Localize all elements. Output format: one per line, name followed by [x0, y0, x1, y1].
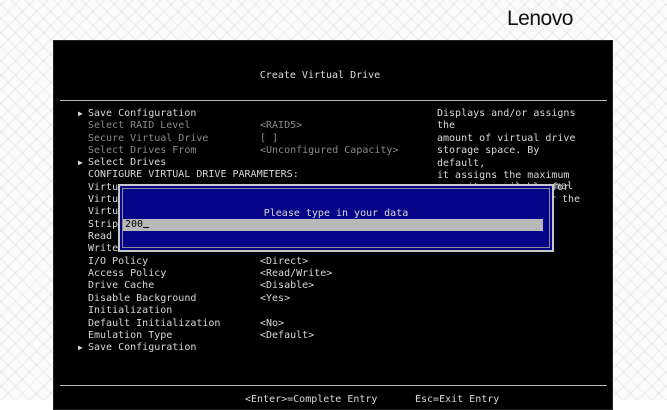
- menu-item-emulation-type[interactable]: Emulation Type: [88, 330, 172, 342]
- dialog-input-field[interactable]: 200: [123, 219, 543, 231]
- help-line: Displays and/or assigns the: [437, 108, 576, 132]
- menu-item-default-initialization[interactable]: Default Initialization: [88, 318, 220, 330]
- lenovo-logo: Lenovo: [507, 7, 573, 30]
- menu-arrow-icon: ▶: [78, 109, 83, 118]
- secure-virtual-drive-checkbox: [ ]: [260, 133, 279, 144]
- help-line-partial: r the: [550, 194, 581, 205]
- menu-item-select-drives[interactable]: Select Drives: [88, 157, 166, 169]
- menu-item-save-configuration-bottom[interactable]: Save Configuration: [88, 342, 196, 354]
- default-initialization-value: <No>: [260, 318, 285, 329]
- menu-item-initialization: Initialization: [88, 305, 173, 316]
- menu-item-write-policy[interactable]: Write: [88, 243, 118, 255]
- menu-item-access-policy[interactable]: Access Policy: [88, 268, 166, 280]
- menu-item-disable-background[interactable]: Disable Background: [88, 293, 196, 305]
- help-line-partial: mal: [555, 181, 574, 192]
- menu-item-raid-level[interactable]: Select RAID Level: [88, 120, 190, 132]
- section-header-parameters: CONFIGURE VIRTUAL DRIVE PARAMETERS:: [88, 169, 299, 180]
- emulation-type-value: <Default>: [260, 330, 315, 341]
- menu-arrow-icon: ▶: [78, 343, 83, 352]
- dialog-input-value: 200: [125, 219, 144, 230]
- menu-item-secure-virtual-drive[interactable]: Secure Virtual Drive: [88, 133, 208, 145]
- raid-level-value: <RAID5>: [260, 120, 303, 131]
- disable-background-value: <Yes>: [260, 293, 291, 304]
- input-dialog: Please type in your data 200: [118, 184, 554, 252]
- drive-cache-value: <Disable>: [260, 280, 315, 291]
- help-line: storage space. By default,: [437, 145, 540, 169]
- menu-item-drive-cache[interactable]: Drive Cache: [88, 280, 154, 292]
- dialog-title: Please type in your data: [263, 208, 409, 219]
- screen-title: Create Virtual Drive: [259, 70, 381, 81]
- menu-item-strip[interactable]: Strip: [88, 219, 118, 231]
- select-drives-from-value: <Unconfigured Capacity>: [260, 145, 399, 156]
- menu-item-io-policy[interactable]: I/O Policy: [88, 256, 148, 268]
- divider-top: [60, 100, 607, 101]
- menu-arrow-icon: ▶: [78, 158, 83, 167]
- divider-bottom: [60, 385, 607, 386]
- text-cursor: [143, 227, 150, 228]
- menu-item-save-configuration[interactable]: Save Configuration: [88, 108, 196, 120]
- access-policy-value: <Read/Write>: [260, 268, 333, 279]
- menu-item-select-drives-from[interactable]: Select Drives From: [88, 145, 196, 157]
- help-line: amount of virtual drive: [437, 132, 576, 144]
- io-policy-value: <Direct>: [260, 256, 309, 267]
